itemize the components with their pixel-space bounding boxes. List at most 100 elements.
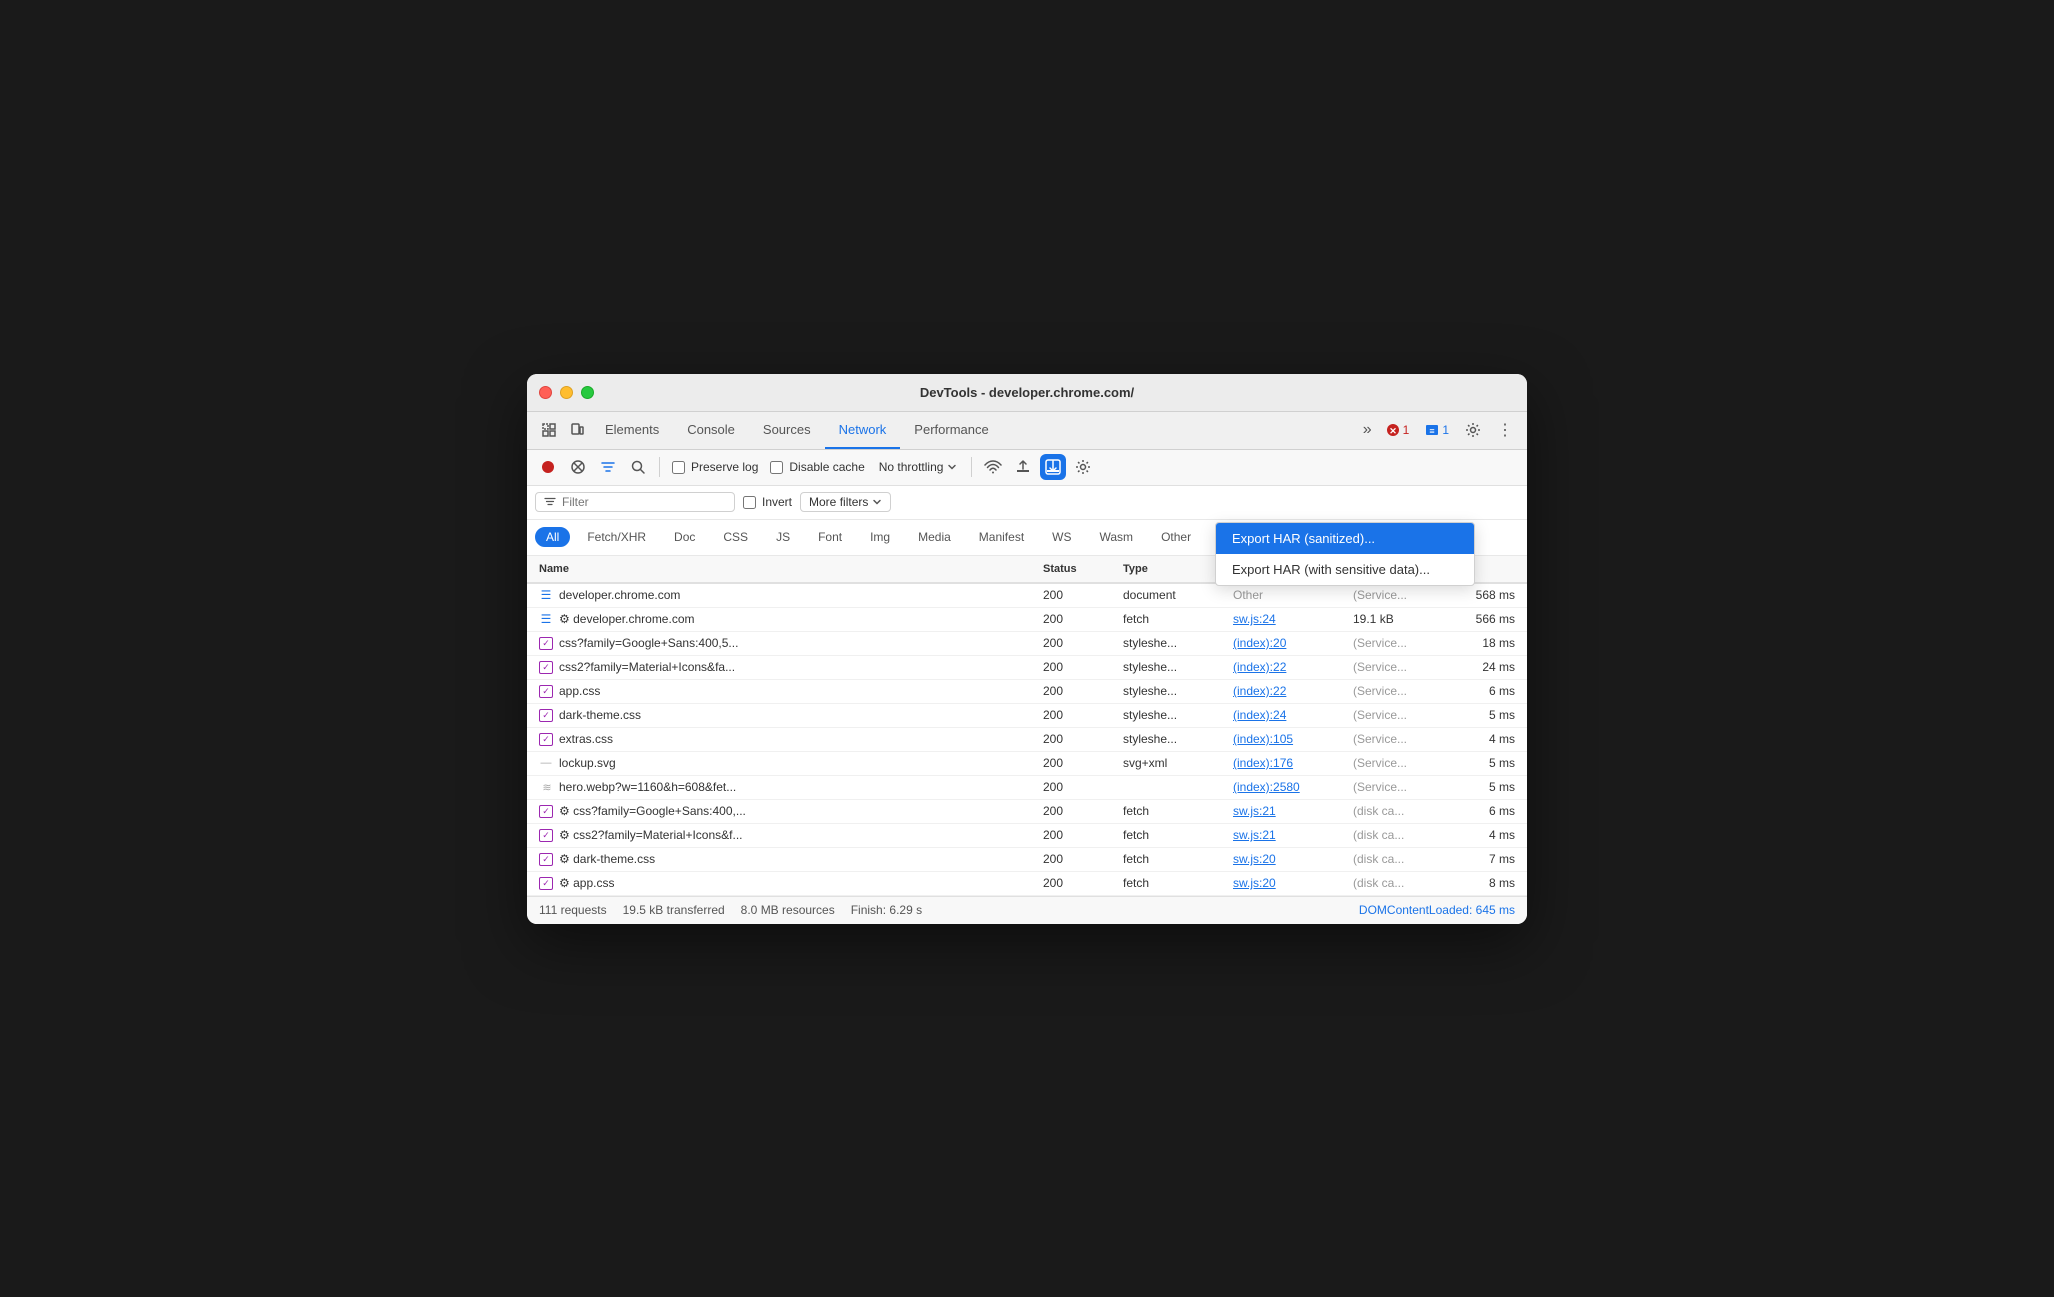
status-bar: 111 requests 19.5 kB transferred 8.0 MB … [527,896,1527,924]
warning-badge[interactable]: ≡ 1 [1419,421,1455,439]
table-row[interactable]: — lockup.svg 200 svg+xml (index):176 (Se… [527,752,1527,776]
tab-elements[interactable]: Elements [591,411,673,449]
upload-icon[interactable] [1010,454,1036,480]
table-row[interactable]: ✓ app.css 200 styleshe... (index):22 (Se… [527,680,1527,704]
th-status[interactable]: Status [1039,563,1119,575]
type-filter-css[interactable]: CSS [712,527,759,547]
initiator-cell[interactable]: sw.js:20 [1229,852,1349,866]
time-cell: 5 ms [1439,756,1519,770]
name-cell: — lockup.svg [535,756,1039,770]
invert-checkbox[interactable] [743,496,756,509]
minimize-button[interactable] [560,386,573,399]
css-icon: ✓ [539,661,553,674]
download-har-btn[interactable] [1040,454,1066,480]
type-filter-manifest[interactable]: Manifest [968,527,1035,547]
row-name: ⚙ developer.chrome.com [559,612,695,626]
initiator-cell[interactable]: sw.js:24 [1229,612,1349,626]
status-cell: 200 [1039,876,1119,890]
table-row[interactable]: ✓ ⚙ css2?family=Material+Icons&f... 200 … [527,824,1527,848]
type-filter-ws[interactable]: WS [1041,527,1082,547]
device-toolbar-icon[interactable] [563,416,591,444]
settings-icon[interactable] [1459,416,1487,444]
close-button[interactable] [539,386,552,399]
type-cell: document [1119,588,1229,602]
initiator-cell[interactable]: (index):105 [1229,732,1349,746]
initiator-cell[interactable]: (index):176 [1229,756,1349,770]
table-row[interactable]: ✓ extras.css 200 styleshe... (index):105… [527,728,1527,752]
type-filter-fetch-xhr[interactable]: Fetch/XHR [576,527,657,547]
size-cell: (disk ca... [1349,852,1439,866]
type-filter-other[interactable]: Other [1150,527,1202,547]
css-icon: ✓ [539,685,553,698]
css-icon: ✓ [539,637,553,650]
row-name: lockup.svg [559,756,616,770]
table-row[interactable]: ☰ ⚙ developer.chrome.com 200 fetch sw.js… [527,608,1527,632]
dropdown-menu-item[interactable]: Export HAR (sanitized)... [1216,523,1474,554]
invert-label[interactable]: Invert [743,495,792,509]
type-filter-doc[interactable]: Doc [663,527,706,547]
type-filter-font[interactable]: Font [807,527,853,547]
search-btn[interactable] [625,454,651,480]
clear-btn[interactable] [565,454,591,480]
inspector-icon[interactable] [535,416,563,444]
row-name: dark-theme.css [559,708,641,722]
record-btn[interactable] [535,454,561,480]
tab-performance[interactable]: Performance [900,411,1002,449]
type-filter-media[interactable]: Media [907,527,962,547]
tab-sources[interactable]: Sources [749,411,825,449]
table-row[interactable]: ✓ css?family=Google+Sans:400,5... 200 st… [527,632,1527,656]
initiator-cell[interactable]: sw.js:21 [1229,804,1349,818]
maximize-button[interactable] [581,386,594,399]
size-cell: (Service... [1349,732,1439,746]
throttle-select[interactable]: No throttling [873,458,964,476]
type-filter-all[interactable]: All [535,527,570,547]
th-type[interactable]: Type [1119,563,1229,575]
filter-bar: Invert More filters [527,486,1527,520]
type-filter-img[interactable]: Img [859,527,901,547]
table-row[interactable]: ✓ ⚙ dark-theme.css 200 fetch sw.js:20 (d… [527,848,1527,872]
time-cell: 5 ms [1439,708,1519,722]
size-cell: 19.1 kB [1349,612,1439,626]
disable-cache-checkbox[interactable] [770,461,783,474]
initiator-cell: Other [1229,588,1349,602]
initiator-cell[interactable]: sw.js:20 [1229,876,1349,890]
size-cell: (disk ca... [1349,804,1439,818]
table-row[interactable]: ☰ developer.chrome.com 200 document Othe… [527,584,1527,608]
error-badge[interactable]: ✕ 1 [1380,421,1416,439]
disable-cache-label[interactable]: Disable cache [766,460,868,474]
initiator-cell[interactable]: sw.js:21 [1229,828,1349,842]
dropdown-menu-item[interactable]: Export HAR (with sensitive data)... [1216,554,1474,585]
filter-input[interactable] [562,495,726,509]
table-row[interactable]: ≋ hero.webp?w=1160&h=608&fet... 200 (ind… [527,776,1527,800]
table-row[interactable]: ✓ ⚙ css?family=Google+Sans:400,... 200 f… [527,800,1527,824]
tab-console[interactable]: Console [673,411,749,449]
divider1 [659,457,660,477]
disable-cache-text: Disable cache [789,460,864,474]
status-cell: 200 [1039,612,1119,626]
table-row[interactable]: ✓ css2?family=Material+Icons&fa... 200 s… [527,656,1527,680]
resources-size: 8.0 MB resources [741,903,835,917]
more-filters-btn[interactable]: More filters [800,492,891,512]
tab-network[interactable]: Network [825,411,901,449]
initiator-cell[interactable]: (index):22 [1229,660,1349,674]
th-name[interactable]: Name [535,563,1039,575]
table-row[interactable]: ✓ dark-theme.css 200 styleshe... (index)… [527,704,1527,728]
initiator-cell[interactable]: (index):2580 [1229,780,1349,794]
filter-btn[interactable] [595,454,621,480]
type-cell: fetch [1119,876,1229,890]
wifi-icon[interactable] [980,454,1006,480]
traffic-lights [539,386,594,399]
img2-icon: ≋ [542,781,549,794]
initiator-cell[interactable]: (index):20 [1229,636,1349,650]
settings-network-icon[interactable] [1070,454,1096,480]
more-options-icon[interactable]: ⋮ [1491,416,1519,444]
preserve-log-label[interactable]: Preserve log [668,460,762,474]
initiator-cell[interactable]: (index):24 [1229,708,1349,722]
table-row[interactable]: ✓ ⚙ app.css 200 fetch sw.js:20 (disk ca.… [527,872,1527,896]
initiator-cell[interactable]: (index):22 [1229,684,1349,698]
preserve-log-checkbox[interactable] [672,461,685,474]
type-filter-wasm[interactable]: Wasm [1089,527,1145,547]
doc-icon: ☰ [541,612,552,626]
type-filter-js[interactable]: JS [765,527,801,547]
tab-overflow-btn[interactable]: » [1355,421,1380,439]
